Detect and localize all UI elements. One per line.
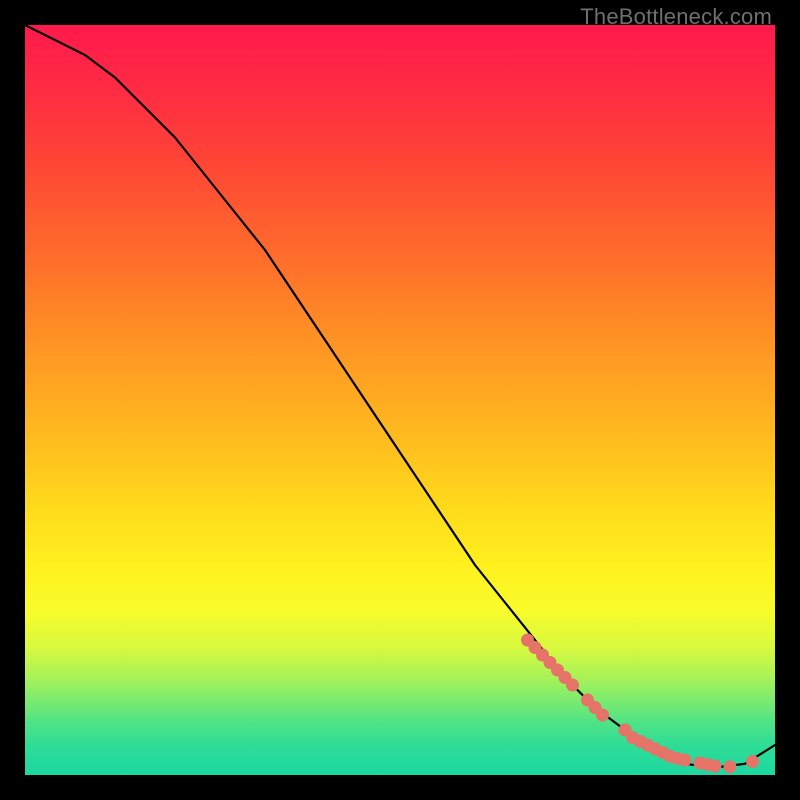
data-dot <box>596 709 609 722</box>
data-dot <box>709 760 722 773</box>
data-dot <box>724 760 737 773</box>
data-dot <box>746 755 759 768</box>
plot-background <box>25 25 775 775</box>
data-dots <box>521 634 759 774</box>
chart-overlay <box>25 25 775 775</box>
chart-frame: TheBottleneck.com <box>0 0 800 800</box>
watermark-text: TheBottleneck.com <box>580 4 772 30</box>
data-dot <box>566 679 579 692</box>
data-dot <box>679 754 692 767</box>
bottleneck-curve <box>25 25 775 768</box>
